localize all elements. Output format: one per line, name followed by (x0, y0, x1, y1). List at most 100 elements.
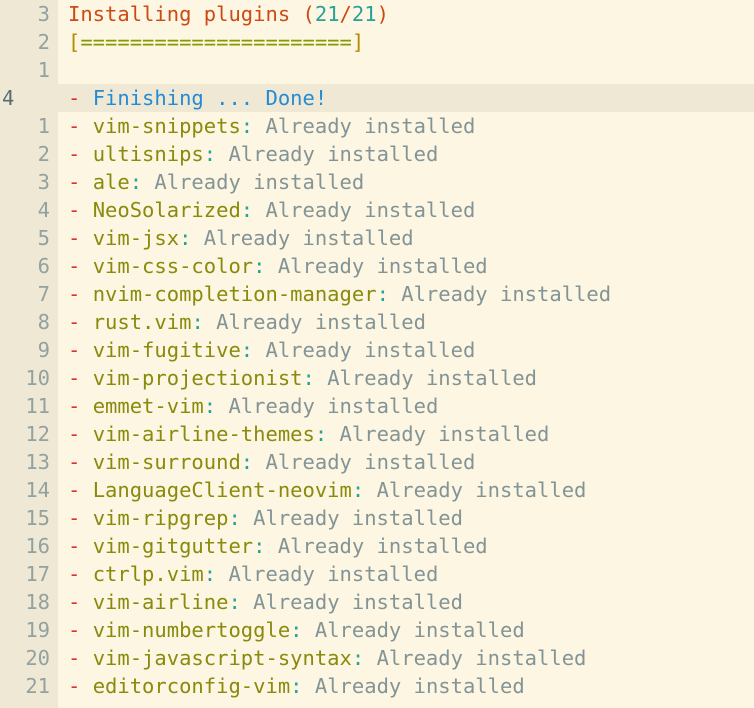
plugin-row: 15- vim-ripgrep: Already installed (0, 504, 754, 532)
bullet-dash: - (68, 366, 81, 390)
plugin-gap (204, 310, 216, 334)
plugin-row: 18- vim-airline: Already installed (0, 588, 754, 616)
plugin-row-content: - vim-numbertoggle: Already installed (58, 616, 754, 644)
plugin-gap (315, 366, 327, 390)
plugin-status: Already installed (314, 618, 525, 642)
plugin-row: 12- vim-airline-themes: Already installe… (0, 420, 754, 448)
plugin-row: 11- emmet-vim: Already installed (0, 392, 754, 420)
bullet-gap (80, 562, 92, 586)
plugin-gap (265, 534, 277, 558)
plugin-row-content: - vim-gitgutter: Already installed (58, 532, 754, 560)
plugin-name: vim-snippets (92, 114, 241, 138)
plugin-colon: : (240, 450, 254, 474)
plugin-row-content: - LanguageClient-neovim: Already install… (58, 476, 754, 504)
plugin-colon: : (203, 394, 217, 418)
line-number: 7 (37, 282, 50, 306)
plugin-colon: : (240, 198, 254, 222)
line-number: 6 (37, 254, 50, 278)
plugin-status: Already installed (154, 170, 365, 194)
plugin-name: vim-surround (92, 450, 241, 474)
progress-bar-line: 2 [======================] (0, 28, 754, 56)
plugin-status: Already installed (253, 506, 463, 530)
terminal-window[interactable]: 3 Installing plugins (21/21) 2 [========… (0, 0, 754, 708)
plugin-status: Already installed (253, 590, 463, 614)
install-header-content: Installing plugins (21/21) (58, 0, 754, 28)
plugin-status: Already installed (265, 114, 476, 138)
plugin-row-content: - vim-javascript-syntax: Already install… (58, 644, 754, 672)
plugin-gap (216, 394, 228, 418)
plugin-name: vim-css-color (92, 254, 254, 278)
plugin-row-content: - nvim-completion-manager: Already insta… (58, 280, 754, 308)
bullet-dash: - (68, 506, 81, 530)
header-space (290, 2, 302, 26)
plugin-row-content: - rust.vim: Already installed (58, 308, 754, 336)
line-number: 3 (37, 170, 50, 194)
cursor-line-number: 4 (2, 86, 15, 110)
bullet-gap (80, 310, 92, 334)
plugin-row-content: - vim-surround: Already installed (58, 448, 754, 476)
plugin-row-content: - editorconfig-vim: Already installed (58, 672, 754, 700)
plugin-colon: : (129, 170, 143, 194)
plugin-row-content: - vim-jsx: Already installed (58, 224, 754, 252)
plugin-gap (303, 674, 315, 698)
plugin-colon: : (290, 618, 303, 642)
plugin-colon: : (314, 422, 328, 446)
plugin-row-content: - ultisnips: Already installed (58, 140, 754, 168)
plugin-row: 9- vim-fugitive: Already installed (0, 336, 754, 364)
plugin-row: 21- editorconfig-vim: Already installed (0, 672, 754, 700)
plugin-name: rust.vim (92, 310, 192, 334)
plugin-gap (327, 422, 339, 446)
bullet-dash: - (68, 674, 81, 698)
count-slash: / (339, 2, 352, 26)
plugin-row-content: - ctrlp.vim: Already installed (58, 560, 754, 588)
bullet-gap (80, 394, 92, 418)
bullet-dash: - (68, 198, 81, 222)
plugin-row: 3- ale: Already installed (0, 168, 754, 196)
bullet-gap (80, 590, 92, 614)
plugin-colon: : (253, 254, 266, 278)
bullet-dash: - (68, 534, 81, 558)
plugin-status: Already installed (203, 226, 414, 250)
line-number: 2 (37, 30, 50, 54)
plugin-gap (253, 450, 265, 474)
plugin-name: vim-gitgutter (92, 534, 254, 558)
blank-line: 1 (0, 56, 754, 84)
plugin-colon: : (203, 142, 217, 166)
bullet-gap (80, 254, 92, 278)
plugin-name: vim-javascript-syntax (92, 646, 352, 670)
line-number: 18 (25, 590, 50, 614)
bullet-gap (80, 450, 92, 474)
install-header-line: 3 Installing plugins (21/21) (0, 0, 754, 28)
plugin-status: Already installed (277, 254, 488, 278)
plugin-status: Already installed (228, 394, 439, 418)
plugin-gap (241, 590, 253, 614)
line-number: 19 (25, 618, 50, 642)
bullet-gap (80, 478, 92, 502)
plugin-row: 20- vim-javascript-syntax: Already insta… (0, 644, 754, 672)
plugin-row-content: - vim-ripgrep: Already installed (58, 504, 754, 532)
bullet-gap (80, 506, 92, 530)
plugin-row-content: - NeoSolarized: Already installed (58, 196, 754, 224)
plugin-name: ctrlp.vim (92, 562, 204, 586)
line-number: 5 (37, 226, 50, 250)
buffer-lines[interactable]: 3 Installing plugins (21/21) 2 [========… (0, 0, 754, 700)
line-number: 2 (37, 142, 50, 166)
line-number: 13 (25, 450, 50, 474)
plugin-row-content: - vim-fugitive: Already installed (58, 336, 754, 364)
plugin-colon: : (240, 114, 254, 138)
line-number: 16 (25, 534, 50, 558)
plugin-name: vim-fugitive (92, 338, 241, 362)
bullet-gap (80, 170, 92, 194)
plugin-status: Already installed (228, 142, 439, 166)
plugin-status: Already installed (265, 450, 476, 474)
plugin-name: vim-ripgrep (92, 506, 229, 530)
plugin-gap (241, 506, 253, 530)
bullet-dash: - (68, 450, 81, 474)
plugin-row: 10- vim-projectionist: Already installed (0, 364, 754, 392)
total-count: 21 (351, 2, 377, 26)
plugin-name: ale (92, 170, 130, 194)
plugin-name: vim-airline-themes (92, 422, 315, 446)
line-number: 1 (37, 114, 50, 138)
plugin-row: 6- vim-css-color: Already installed (0, 252, 754, 280)
plugin-row-content: - vim-snippets: Already installed (58, 112, 754, 140)
